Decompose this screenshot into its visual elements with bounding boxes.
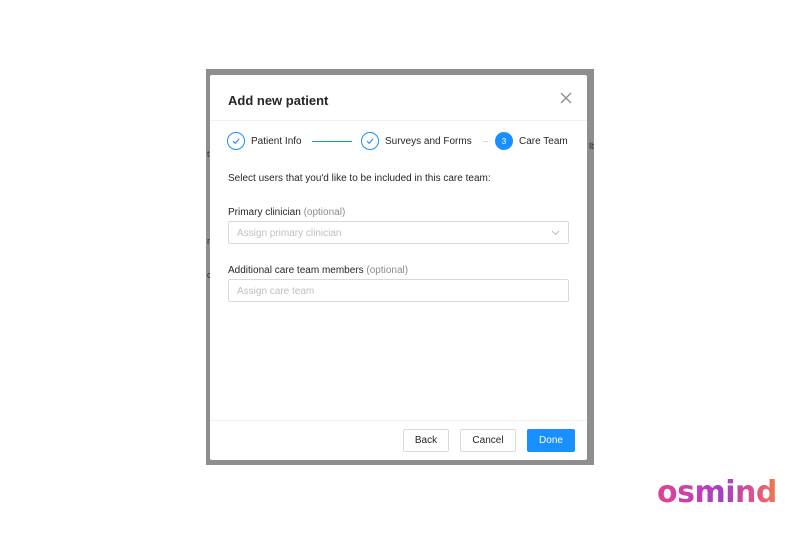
back-button[interactable]: Back (403, 429, 449, 452)
intro-text: Select users that you'd like to be inclu… (228, 173, 491, 184)
step-label-surveys-forms: Surveys and Forms (385, 136, 472, 147)
chevron-down-icon (551, 230, 560, 236)
close-icon[interactable] (559, 91, 573, 105)
primary-clinician-label: Primary clinician (optional) (228, 207, 345, 218)
care-team-input[interactable]: Assign care team (228, 279, 569, 302)
primary-clinician-select[interactable]: Assign primary clinician (228, 221, 569, 244)
page-canvas: t lb r c Add new patient Patient Info S (0, 0, 800, 534)
step-connector (483, 141, 488, 142)
step-label-care-team: Care Team (519, 136, 568, 147)
backdrop-fragment: lb (589, 141, 594, 151)
modal-title: Add new patient (228, 93, 329, 108)
primary-clinician-placeholder: Assign primary clinician (237, 228, 342, 239)
check-icon (361, 132, 379, 150)
care-team-label: Additional care team members (optional) (228, 265, 408, 276)
check-icon (227, 132, 245, 150)
modal-header: Add new patient (210, 75, 587, 121)
step-indicator: Patient Info Surveys and Forms 3 Care Te… (227, 130, 573, 152)
done-button[interactable]: Done (527, 429, 575, 452)
add-patient-modal: Add new patient Patient Info Surveys and… (210, 75, 587, 460)
care-team-label-text: Additional care team members (228, 265, 364, 276)
primary-clinician-label-text: Primary clinician (228, 207, 301, 218)
step-connector (312, 141, 352, 142)
screenshot-frame: t lb r c Add new patient Patient Info S (206, 69, 594, 465)
osmind-logo: osmind (657, 475, 777, 510)
step-number-badge: 3 (495, 132, 513, 150)
step-label-patient-info: Patient Info (251, 136, 302, 147)
cancel-button[interactable]: Cancel (460, 429, 516, 452)
optional-hint: (optional) (366, 265, 409, 276)
modal-footer: Back Cancel Done (210, 420, 587, 460)
care-team-placeholder: Assign care team (237, 286, 315, 297)
optional-hint: (optional) (303, 207, 346, 218)
